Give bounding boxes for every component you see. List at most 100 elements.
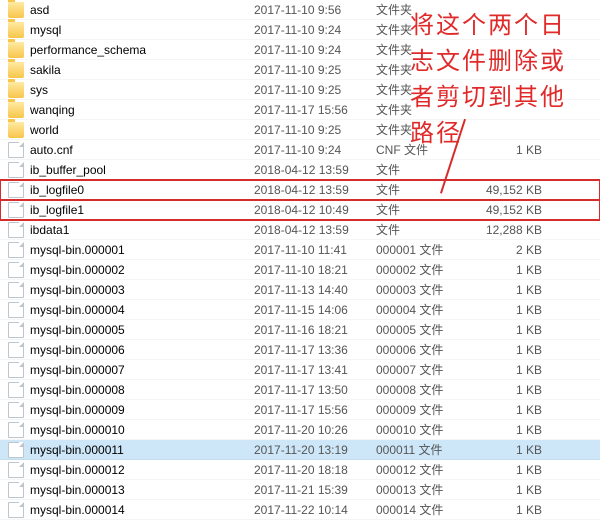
file-name: mysql-bin.000013 (30, 483, 254, 497)
file-name: mysql-bin.000003 (30, 283, 254, 297)
file-row[interactable]: mysql-bin.0000012017-11-10 11:41000001 文… (0, 240, 600, 260)
file-date: 2017-11-10 9:24 (254, 43, 376, 57)
file-name: mysql-bin.000001 (30, 243, 254, 257)
file-size: 1 KB (472, 443, 552, 457)
file-type: 文件夹 (376, 81, 472, 98)
folder-icon (8, 62, 24, 78)
file-row[interactable]: ib_logfile02018-04-12 13:59文件49,152 KB (0, 180, 600, 200)
file-date: 2017-11-17 13:50 (254, 383, 376, 397)
file-size: 1 KB (472, 283, 552, 297)
file-row[interactable]: mysql-bin.0000062017-11-17 13:36000006 文… (0, 340, 600, 360)
folder-icon (8, 122, 24, 138)
file-icon (8, 322, 24, 338)
file-size: 1 KB (472, 303, 552, 317)
file-date: 2018-04-12 13:59 (254, 183, 376, 197)
file-type: 000013 文件 (376, 481, 472, 498)
file-row[interactable]: wanqing2017-11-17 15:56文件夹 (0, 100, 600, 120)
file-name: performance_schema (30, 43, 254, 57)
file-type: 文件夹 (376, 21, 472, 38)
file-type: 000004 文件 (376, 301, 472, 318)
file-row[interactable]: mysql-bin.0000042017-11-15 14:06000004 文… (0, 300, 600, 320)
file-type: 000012 文件 (376, 461, 472, 478)
file-type: 文件 (376, 181, 472, 198)
file-type: 000011 文件 (376, 441, 472, 458)
file-name: mysql-bin.000011 (30, 443, 254, 457)
file-icon (8, 462, 24, 478)
file-row[interactable]: mysql-bin.0000112017-11-20 13:19000011 文… (0, 440, 600, 460)
file-date: 2017-11-10 11:41 (254, 243, 376, 257)
file-icon (8, 242, 24, 258)
file-type: 文件夹 (376, 1, 472, 18)
file-type: 000001 文件 (376, 241, 472, 258)
file-row[interactable]: mysql-bin.0000032017-11-13 14:40000003 文… (0, 280, 600, 300)
file-type: 文件 (376, 201, 472, 218)
file-date: 2017-11-20 10:26 (254, 423, 376, 437)
file-row[interactable]: mysql-bin.0000092017-11-17 15:56000009 文… (0, 400, 600, 420)
file-name: auto.cnf (30, 143, 254, 157)
file-row[interactable]: auto.cnf2017-11-10 9:24CNF 文件1 KB (0, 140, 600, 160)
file-name: wanqing (30, 103, 254, 117)
file-row[interactable]: performance_schema2017-11-10 9:24文件夹 (0, 40, 600, 60)
file-row[interactable]: mysql-bin.0000052017-11-16 18:21000005 文… (0, 320, 600, 340)
folder-icon (8, 102, 24, 118)
file-row[interactable]: mysql-bin.0000102017-11-20 10:26000010 文… (0, 420, 600, 440)
file-size: 1 KB (472, 403, 552, 417)
file-row[interactable]: ibdata12018-04-12 13:59文件12,288 KB (0, 220, 600, 240)
file-name: mysql-bin.000002 (30, 263, 254, 277)
file-name: ibdata1 (30, 223, 254, 237)
folder-icon (8, 22, 24, 38)
file-date: 2017-11-20 13:19 (254, 443, 376, 457)
file-date: 2018-04-12 10:49 (254, 203, 376, 217)
file-date: 2017-11-22 10:14 (254, 503, 376, 517)
file-date: 2017-11-10 18:21 (254, 263, 376, 277)
file-size: 12,288 KB (472, 223, 552, 237)
file-size: 2 KB (472, 243, 552, 257)
file-size: 1 KB (472, 503, 552, 517)
file-date: 2017-11-20 18:18 (254, 463, 376, 477)
file-icon (8, 422, 24, 438)
file-name: sys (30, 83, 254, 97)
file-name: mysql-bin.000014 (30, 503, 254, 517)
file-icon (8, 502, 24, 518)
file-date: 2018-04-12 13:59 (254, 163, 376, 177)
file-type: 000005 文件 (376, 321, 472, 338)
file-row[interactable]: world2017-11-10 9:25文件夹 (0, 120, 600, 140)
file-icon (8, 202, 24, 218)
file-name: mysql-bin.000009 (30, 403, 254, 417)
file-row[interactable]: mysql2017-11-10 9:24文件夹 (0, 20, 600, 40)
file-type: 000009 文件 (376, 401, 472, 418)
file-row[interactable]: sys2017-11-10 9:25文件夹 (0, 80, 600, 100)
file-row[interactable]: mysql-bin.0000142017-11-22 10:14000014 文… (0, 500, 600, 520)
file-row[interactable]: sakila2017-11-10 9:25文件夹 (0, 60, 600, 80)
file-size: 49,152 KB (472, 183, 552, 197)
file-date: 2017-11-13 14:40 (254, 283, 376, 297)
file-row[interactable]: ib_buffer_pool2018-04-12 13:59文件 (0, 160, 600, 180)
file-date: 2017-11-10 9:25 (254, 63, 376, 77)
file-type: 000006 文件 (376, 341, 472, 358)
file-name: mysql-bin.000005 (30, 323, 254, 337)
file-name: mysql-bin.000004 (30, 303, 254, 317)
file-icon (8, 382, 24, 398)
file-row[interactable]: mysql-bin.0000022017-11-10 18:21000002 文… (0, 260, 600, 280)
file-row[interactable]: mysql-bin.0000132017-11-21 15:39000013 文… (0, 480, 600, 500)
file-icon (8, 342, 24, 358)
file-date: 2017-11-17 15:56 (254, 103, 376, 117)
file-row[interactable]: mysql-bin.0000122017-11-20 18:18000012 文… (0, 460, 600, 480)
file-type: 000014 文件 (376, 501, 472, 518)
file-date: 2017-11-16 18:21 (254, 323, 376, 337)
file-type: 000010 文件 (376, 421, 472, 438)
file-name: ib_logfile0 (30, 183, 254, 197)
file-row[interactable]: asd2017-11-10 9:56文件夹 (0, 0, 600, 20)
file-type: 文件夹 (376, 41, 472, 58)
file-date: 2017-11-15 14:06 (254, 303, 376, 317)
file-row[interactable]: mysql-bin.0000072017-11-17 13:41000007 文… (0, 360, 600, 380)
file-size: 1 KB (472, 323, 552, 337)
file-name: mysql-bin.000006 (30, 343, 254, 357)
file-size: 1 KB (472, 143, 552, 157)
file-row[interactable]: ib_logfile12018-04-12 10:49文件49,152 KB (0, 200, 600, 220)
file-row[interactable]: mysql-bin.0000082017-11-17 13:50000008 文… (0, 380, 600, 400)
file-date: 2017-11-10 9:24 (254, 143, 376, 157)
file-icon (8, 142, 24, 158)
file-type: 文件夹 (376, 61, 472, 78)
file-type: CNF 文件 (376, 141, 472, 158)
